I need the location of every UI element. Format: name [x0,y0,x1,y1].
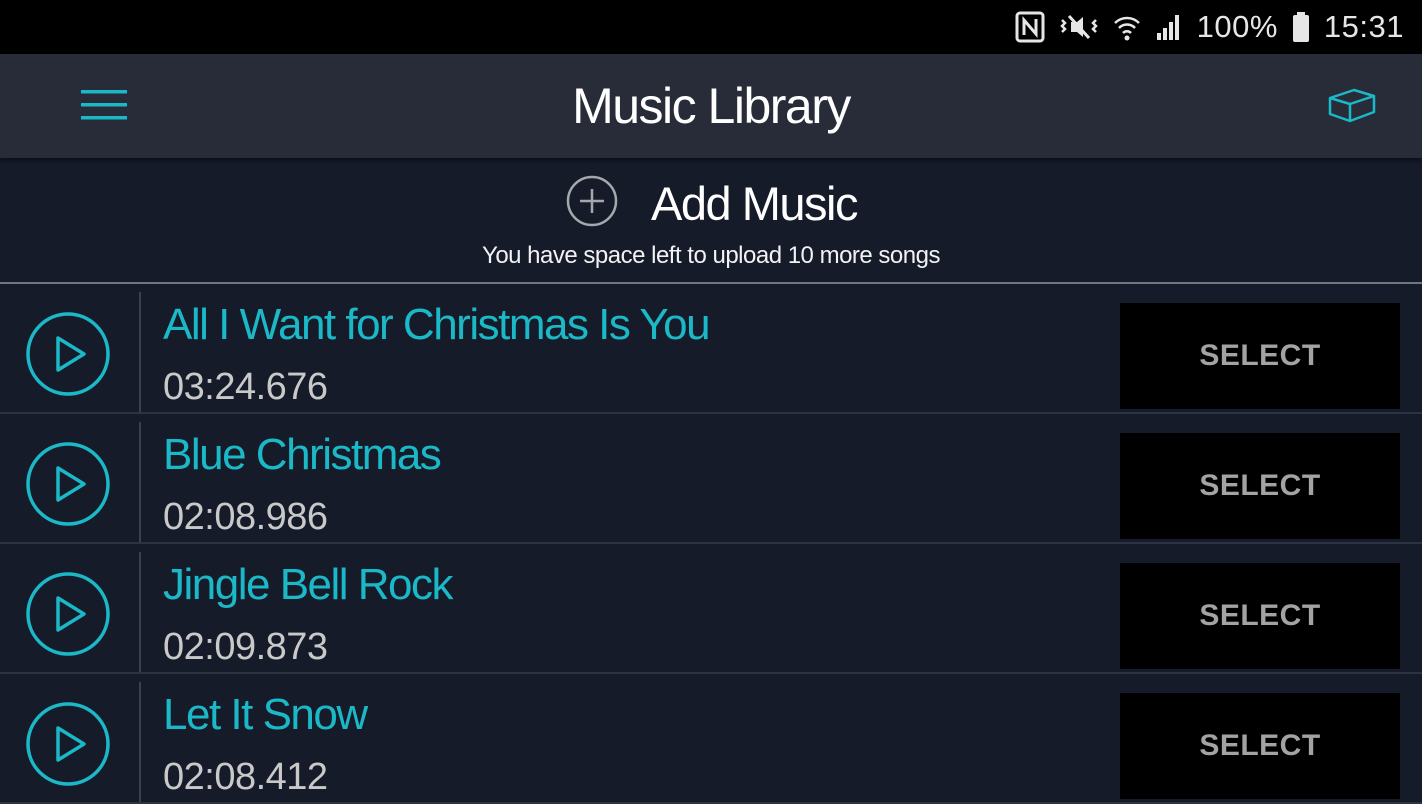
app-bar: Music Library [0,54,1422,158]
select-button[interactable]: SELECT [1120,433,1400,539]
signal-icon [1155,13,1183,41]
play-icon[interactable] [25,702,110,786]
song-row: Let It Snow 02:08.412 SELECT [0,674,1422,804]
clock: 15:31 [1323,9,1404,44]
box-button[interactable] [1318,78,1386,136]
song-title: Jingle Bell Rock [163,560,454,609]
play-icon[interactable] [25,442,110,526]
song-title: Let It Snow [163,690,368,739]
add-music-section: Add Music You have space left to upload … [0,158,1422,284]
play-cell [0,292,141,412]
song-duration: 03:24.676 [163,366,328,408]
page-title: Music Library [572,78,851,134]
upload-space-note: You have space left to upload 10 more so… [482,242,940,269]
battery-icon [1292,12,1310,42]
play-cell [0,682,141,802]
select-button[interactable]: SELECT [1120,693,1400,799]
song-list: All I Want for Christmas Is You 03:24.67… [0,284,1422,804]
cube-box-icon [1328,87,1376,128]
play-icon[interactable] [25,312,110,396]
status-icons: 100% 15:31 [1015,9,1422,45]
select-button[interactable]: SELECT [1120,303,1400,409]
song-row: Jingle Bell Rock 02:09.873 SELECT [0,544,1422,674]
song-duration: 02:08.986 [163,496,328,538]
add-music-button[interactable]: Add Music [0,174,1422,233]
play-cell [0,552,141,672]
song-duration: 02:09.873 [163,626,328,668]
add-music-label: Add Music [651,177,858,230]
song-row: All I Want for Christmas Is You 03:24.67… [0,284,1422,414]
status-bar: 100% 15:31 [0,0,1422,54]
plus-circle-icon [565,174,619,233]
nfc-icon [1015,11,1045,43]
play-cell [0,422,141,542]
menu-button[interactable] [70,78,138,136]
battery-percent: 100% [1196,9,1278,44]
play-icon[interactable] [25,572,110,656]
song-title: All I Want for Christmas Is You [163,300,711,349]
wifi-icon [1113,12,1141,42]
select-button[interactable]: SELECT [1120,563,1400,669]
vibrate-icon [1059,12,1099,42]
hamburger-menu-icon [81,89,127,126]
song-duration: 02:08.412 [163,756,328,798]
song-row: Blue Christmas 02:08.986 SELECT [0,414,1422,544]
song-title: Blue Christmas [163,430,442,479]
